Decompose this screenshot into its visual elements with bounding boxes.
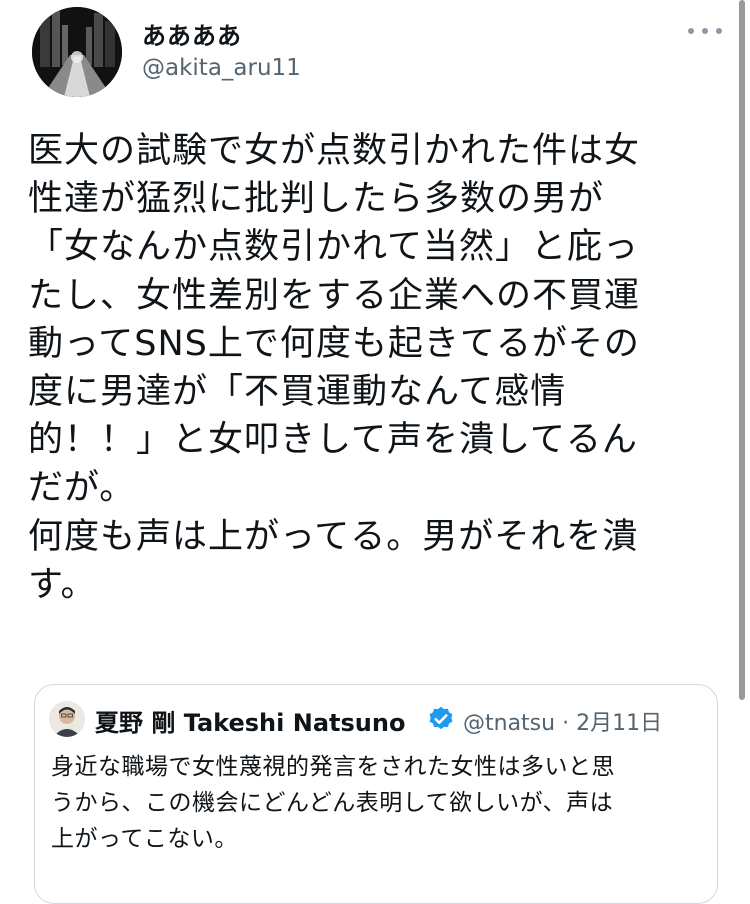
city-night-image [32,7,122,97]
author-handle[interactable]: @akita_aru11 [142,55,301,81]
more-icon[interactable] [688,22,722,40]
quoted-author-name[interactable]: 夏野 剛 Takeshi Natsuno [95,703,405,738]
quoted-meta: @tnatsu · 2月11日 [463,705,662,737]
quoted-tweet-text: 身近な職場で女性蔑視的発言をされた女性は多いと思 うから、この機会にどんどん表明… [51,754,615,852]
dot [716,28,722,34]
quoted-tweet-card[interactable]: 夏野 剛 Takeshi Natsuno @tnatsu · 2月11日 身近な… [34,684,718,904]
dot [688,28,694,34]
quoted-handle[interactable]: @tnatsu [463,711,555,736]
quoted-date[interactable]: 2月11日 [576,711,662,736]
scrollbar[interactable] [739,0,745,700]
author-avatar[interactable] [32,7,122,97]
dot [702,28,708,34]
verified-badge-icon [429,706,453,730]
author-display-name[interactable]: ああああ [142,16,242,51]
person-photo-image [49,701,85,737]
meta-separator: · [562,711,570,736]
tweet-text: 医大の試験で女が点数引かれた件は女 性達が猛烈に批判したら多数の男が 「女なんか… [28,131,641,605]
quoted-author-avatar[interactable] [49,701,85,737]
